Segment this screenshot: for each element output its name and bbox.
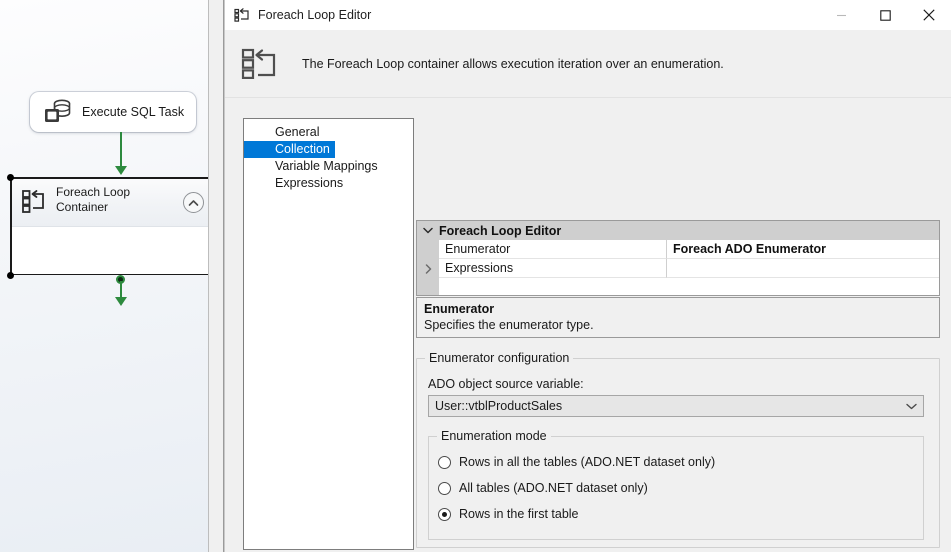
dialog-header-description: The Foreach Loop container allows execut… xyxy=(302,56,724,71)
chevron-down-icon xyxy=(417,227,439,234)
property-row-expressions[interactable]: Expressions xyxy=(417,259,939,278)
collapse-chevron-up-icon[interactable] xyxy=(183,192,204,213)
foreach-loop-large-icon xyxy=(241,48,276,79)
property-row-expand-gutter[interactable] xyxy=(417,259,439,278)
chevron-right-icon xyxy=(425,263,431,274)
task-node-execute-sql[interactable]: Execute SQL Task xyxy=(30,92,196,132)
maximize-icon xyxy=(879,9,891,21)
enumerator-configuration-group: Enumerator configuration ADO object sour… xyxy=(416,350,940,548)
control-flow-canvas[interactable]: Execute SQL Task Foreach Loop Container xyxy=(0,0,224,552)
chevron-down-icon xyxy=(899,403,923,410)
dialog-title: Foreach Loop Editor xyxy=(258,8,372,22)
close-button[interactable] xyxy=(907,0,951,30)
description-title: Enumerator xyxy=(424,302,495,316)
minimize-icon xyxy=(836,14,846,16)
radio-rows-in-first-table[interactable]: Rows in the first table xyxy=(438,507,579,521)
radio-icon-unchecked xyxy=(438,481,451,495)
radio-label-all-tables: All tables (ADO.NET dataset only) xyxy=(459,481,648,495)
description-text: Specifies the enumerator type. xyxy=(424,318,594,332)
ado-variable-value: User::vtblProductSales xyxy=(435,399,563,413)
enumerator-configuration-legend: Enumerator configuration xyxy=(425,350,574,366)
radio-all-tables[interactable]: All tables (ADO.NET dataset only) xyxy=(438,481,648,495)
precedence-arrow-head-1 xyxy=(115,166,127,175)
sidebar-row-collection: Collection xyxy=(244,141,413,158)
sidebar-item-variable-mappings[interactable]: Variable Mappings xyxy=(244,158,413,175)
maximize-button[interactable] xyxy=(863,0,907,30)
container-label: Foreach Loop Container xyxy=(56,185,130,215)
selection-handle-tl[interactable] xyxy=(7,174,14,181)
minimize-button[interactable] xyxy=(819,0,863,30)
radio-icon-unchecked xyxy=(438,455,451,469)
task-node-label: Execute SQL Task xyxy=(82,105,185,119)
dialog-right-pane: Foreach Loop Editor Enumerator Foreach A… xyxy=(416,98,951,552)
property-grid-group-header[interactable]: Foreach Loop Editor xyxy=(417,221,939,240)
container-label-line1: Foreach Loop xyxy=(56,185,131,199)
sidebar-item-collection[interactable]: Collection xyxy=(244,141,335,158)
enumeration-mode-legend: Enumeration mode xyxy=(437,428,551,444)
property-row-gutter xyxy=(417,240,439,259)
enumeration-mode-group: Enumeration mode Rows in all the tables … xyxy=(428,428,924,540)
sidebar-item-expressions[interactable]: Expressions xyxy=(244,175,413,192)
selection-handle-bl[interactable] xyxy=(7,272,14,279)
canvas-vertical-scrollbar[interactable] xyxy=(208,0,224,552)
property-grid[interactable]: Foreach Loop Editor Enumerator Foreach A… xyxy=(416,220,940,296)
dialog-body: General Collection Variable Mappings Exp… xyxy=(225,98,951,552)
container-label-line2: Container xyxy=(56,200,109,214)
screen-root: Execute SQL Task Foreach Loop Container xyxy=(0,0,951,552)
precedence-arrow-head-2 xyxy=(115,297,127,306)
ado-object-source-variable-select[interactable]: User::vtblProductSales xyxy=(428,395,924,417)
radio-rows-in-all-tables[interactable]: Rows in all the tables (ADO.NET dataset … xyxy=(438,455,715,469)
property-value-enumerator[interactable]: Foreach ADO Enumerator xyxy=(667,240,939,259)
combo-chevron-glyph xyxy=(905,403,917,409)
radio-label-rows-in-first-table: Rows in the first table xyxy=(459,507,579,521)
radio-icon-checked xyxy=(438,507,451,521)
dialog-header-banner: The Foreach Loop container allows execut… xyxy=(225,30,951,98)
execute-sql-task-icon xyxy=(45,99,71,122)
radio-label-rows-in-all-tables: Rows in all the tables (ADO.NET dataset … xyxy=(459,455,716,469)
sidebar-item-general[interactable]: General xyxy=(244,124,413,141)
chevron-up-icon xyxy=(188,199,199,206)
property-grid-filler-gutter xyxy=(417,278,439,295)
property-value-expressions[interactable] xyxy=(667,259,939,278)
property-name-expressions: Expressions xyxy=(439,259,667,278)
window-controls xyxy=(819,0,951,30)
close-icon xyxy=(923,9,935,21)
foreach-loop-icon xyxy=(234,8,249,22)
property-grid-filler-rest xyxy=(439,278,939,295)
dialog-titlebar[interactable]: Foreach Loop Editor xyxy=(225,0,951,30)
property-name-enumerator: Enumerator xyxy=(439,240,667,259)
property-description-panel: Enumerator Specifies the enumerator type… xyxy=(416,297,940,338)
precedence-arrow-line-1 xyxy=(120,132,122,168)
property-grid-group-title: Foreach Loop Editor xyxy=(439,223,562,238)
property-row-enumerator[interactable]: Enumerator Foreach ADO Enumerator xyxy=(417,240,939,259)
dialog-nav-panel[interactable]: General Collection Variable Mappings Exp… xyxy=(243,118,414,550)
chevron-down-glyph xyxy=(423,227,433,234)
foreach-loop-editor-dialog: Foreach Loop Editor The Foreach Loop con… xyxy=(224,0,951,552)
container-header: Foreach Loop Container xyxy=(12,179,211,227)
container-body[interactable] xyxy=(12,227,211,274)
foreach-loop-container-icon xyxy=(22,190,44,213)
ado-variable-label: ADO object source variable: xyxy=(428,377,584,391)
container-node-foreach-loop[interactable]: Foreach Loop Container xyxy=(10,177,213,275)
property-grid-filler xyxy=(417,278,939,295)
